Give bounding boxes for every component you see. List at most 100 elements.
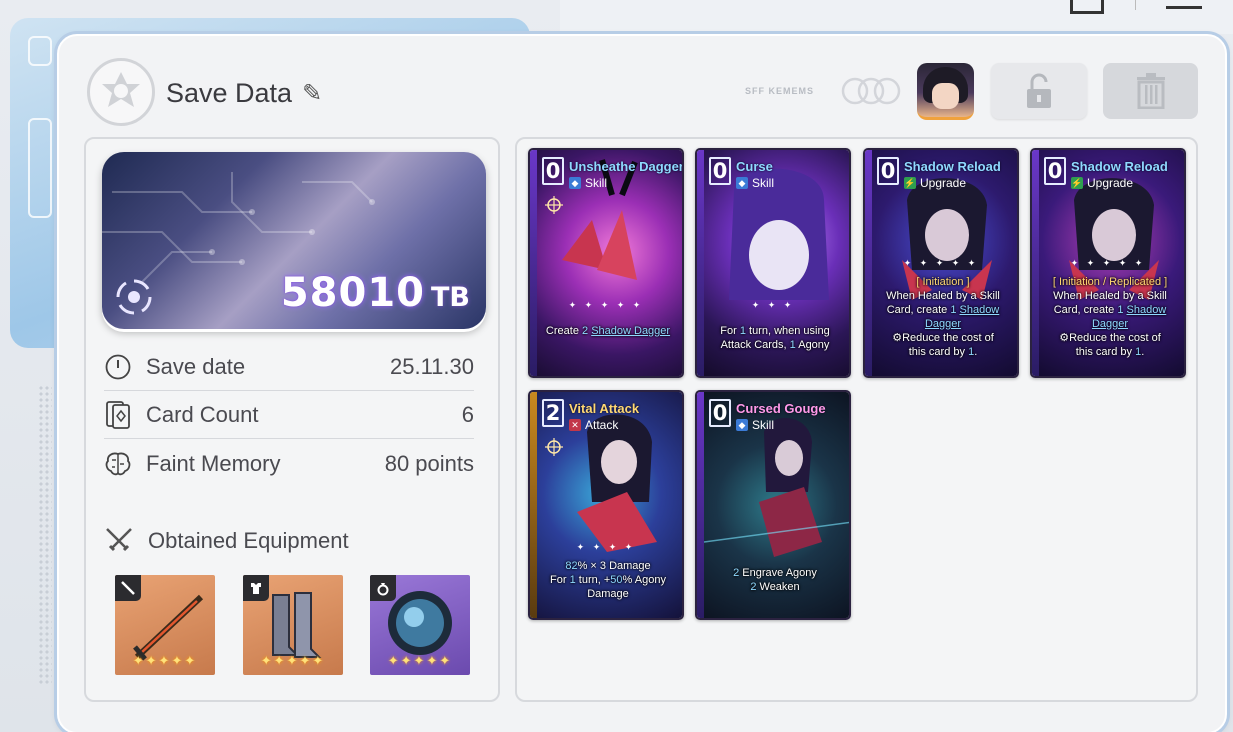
- character-avatar[interactable]: [917, 63, 974, 120]
- stat-row-faint-memory: Faint Memory 80 points: [104, 440, 474, 488]
- clock-icon: [104, 353, 132, 381]
- card-description: 2 Engrave Agony 2 Weaken: [733, 567, 817, 593]
- equipment-stars: ✦✦✦✦✦: [132, 653, 198, 668]
- card-sparkle: ✦ ✦ ✦: [751, 300, 795, 310]
- skill-type-icon: ◆: [569, 177, 581, 189]
- tb-banner: 58010 TB: [102, 152, 486, 329]
- card-description: Create 2 Shadow Dagger: [545, 325, 671, 337]
- equipment-title-text: Obtained Equipment: [148, 528, 349, 553]
- card-name: Unsheathe Dagger: [569, 159, 684, 174]
- card-type-label: Skill: [752, 176, 775, 190]
- stat-value: 6: [461, 401, 474, 427]
- unlock-icon: [1027, 73, 1051, 108]
- card-type-label: Attack: [585, 418, 619, 432]
- card-name: Shadow Reload: [904, 159, 1001, 174]
- tb-value: 58010: [280, 270, 425, 316]
- card-name: Vital Attack: [569, 401, 640, 416]
- stat-value: 25.11.30: [389, 353, 474, 379]
- card-type: ✕ Attack: [569, 418, 618, 432]
- card-type: ⚡ Upgrade: [904, 176, 966, 190]
- side-label-chip: [28, 118, 52, 218]
- card-type: ◆ Skill: [736, 418, 774, 432]
- menu-icon[interactable]: [1166, 6, 1202, 9]
- card-edge: [697, 150, 704, 376]
- card-cost: 0: [709, 399, 731, 427]
- card-name: Curse: [736, 159, 773, 174]
- card-type-label: Upgrade: [1087, 176, 1134, 190]
- dot-pattern: [38, 385, 52, 685]
- card-cursed-gouge[interactable]: 0 Cursed Gouge ◆ Skill 2 Engrave Agony 2…: [695, 390, 851, 620]
- card-vital-attack[interactable]: 2 Vital Attack ✕ Attack ✦ ✦ ✦ ✦ 82% × 3 …: [528, 390, 684, 620]
- save-badge-icon: [87, 58, 155, 126]
- page-title: Save Data ✎: [166, 78, 322, 109]
- tb-unit: TB: [431, 282, 470, 313]
- card-description: [ Initiation / Replicated ] When Healed …: [1052, 276, 1168, 358]
- equipment-title: Obtained Equipment: [104, 526, 349, 556]
- card-cost: 2: [542, 399, 564, 427]
- stat-row-save-date: Save date 25.11.30: [104, 343, 474, 391]
- card-type-label: Skill: [752, 418, 775, 432]
- card-description: 82% × 3 Damage For 1 turn, +50% Agony Da…: [550, 560, 666, 600]
- crossed-swords-icon: [106, 528, 132, 552]
- card-sparkle: ✦ ✦ ✦ ✦ ✦: [903, 258, 979, 268]
- tb-currency-icon: [116, 279, 152, 315]
- card-description: [ Initiation ] When Healed by a Skill Ca…: [886, 276, 1000, 358]
- card-type: ⚡ Upgrade: [1071, 176, 1133, 190]
- upgrade-type-icon: ⚡: [904, 177, 916, 189]
- card-type: ◆ Skill: [736, 176, 774, 190]
- card-type-label: Upgrade: [920, 176, 967, 190]
- header-tag: SFF KEMEMS: [745, 86, 815, 96]
- card-edge: [530, 392, 537, 618]
- weapon-slot-icon: [115, 575, 141, 601]
- tb-amount: 58010 TB: [281, 270, 470, 316]
- card-cost: 0: [709, 157, 731, 185]
- title-text: Save Data: [166, 78, 293, 108]
- top-bar: [560, 0, 1233, 34]
- card-sparkle: ✦ ✦ ✦ ✦ ✦: [1070, 258, 1146, 268]
- card-curse[interactable]: 0 Curse ◆ Skill ✦ ✦ ✦ For 1 turn, when u…: [695, 148, 851, 378]
- armor-slot-icon: [243, 575, 269, 601]
- card-cost: 0: [1044, 157, 1066, 185]
- attack-type-icon: ✕: [569, 419, 581, 431]
- card-unsheathe-dagger[interactable]: 0 Unsheathe Dagger ◆ Skill ✦ ✦ ✦ ✦ ✦ Cre…: [528, 148, 684, 378]
- stat-value: 80 points: [384, 451, 474, 476]
- stat-label: Card Count: [146, 401, 259, 427]
- card-edge: [697, 392, 704, 618]
- cards-icon: [104, 400, 132, 429]
- top-separator: [1135, 0, 1136, 10]
- stat-row-card-count: Card Count 6: [104, 391, 474, 439]
- card-name: Cursed Gouge: [736, 401, 826, 416]
- equipment-slot-armor[interactable]: ✦✦✦✦✦: [243, 575, 343, 675]
- equipment-slot-weapon[interactable]: ✦✦✦✦✦: [115, 575, 215, 675]
- stat-label: Save date: [146, 353, 246, 379]
- equipment-stars: ✦✦✦✦✦: [260, 653, 326, 668]
- card-cost: 0: [877, 157, 899, 185]
- equipment-slot-accessory[interactable]: ✦✦✦✦✦: [370, 575, 470, 675]
- rings-icon: [841, 77, 901, 105]
- brain-icon: [104, 450, 132, 478]
- card-shadow-reload-replicated[interactable]: 0 Shadow Reload ⚡ Upgrade ✦ ✦ ✦ ✦ ✦ [ In…: [1030, 148, 1186, 378]
- home-icon[interactable]: [1070, 0, 1104, 14]
- card-shadow-reload[interactable]: 0 Shadow Reload ⚡ Upgrade ✦ ✦ ✦ ✦ ✦ [ In…: [863, 148, 1019, 378]
- upgrade-type-icon: ⚡: [1071, 177, 1083, 189]
- skill-type-icon: ◆: [736, 419, 748, 431]
- edit-pencil-icon[interactable]: ✎: [302, 79, 322, 108]
- lock-button[interactable]: [991, 63, 1087, 119]
- trash-icon: [1136, 73, 1165, 109]
- stat-label: Faint Memory: [146, 451, 281, 476]
- accessory-slot-icon: [370, 575, 396, 601]
- card-description: For 1 turn, when using Attack Cards, 1 A…: [720, 325, 830, 351]
- target-icon: [545, 438, 563, 456]
- card-name: Shadow Reload: [1071, 159, 1168, 174]
- brain-chip-icon: [28, 36, 52, 66]
- card-sparkle: ✦ ✦ ✦ ✦ ✦: [568, 300, 644, 310]
- card-edge: [530, 150, 537, 376]
- card-type: ◆ Skill: [569, 176, 607, 190]
- card-type-label: Skill: [585, 176, 608, 190]
- card-sparkle: ✦ ✦ ✦ ✦: [576, 542, 636, 552]
- target-icon: [545, 196, 563, 214]
- delete-button[interactable]: [1103, 63, 1198, 119]
- card-cost: 0: [542, 157, 564, 185]
- equipment-stars: ✦✦✦✦✦: [387, 653, 453, 668]
- skill-type-icon: ◆: [736, 177, 748, 189]
